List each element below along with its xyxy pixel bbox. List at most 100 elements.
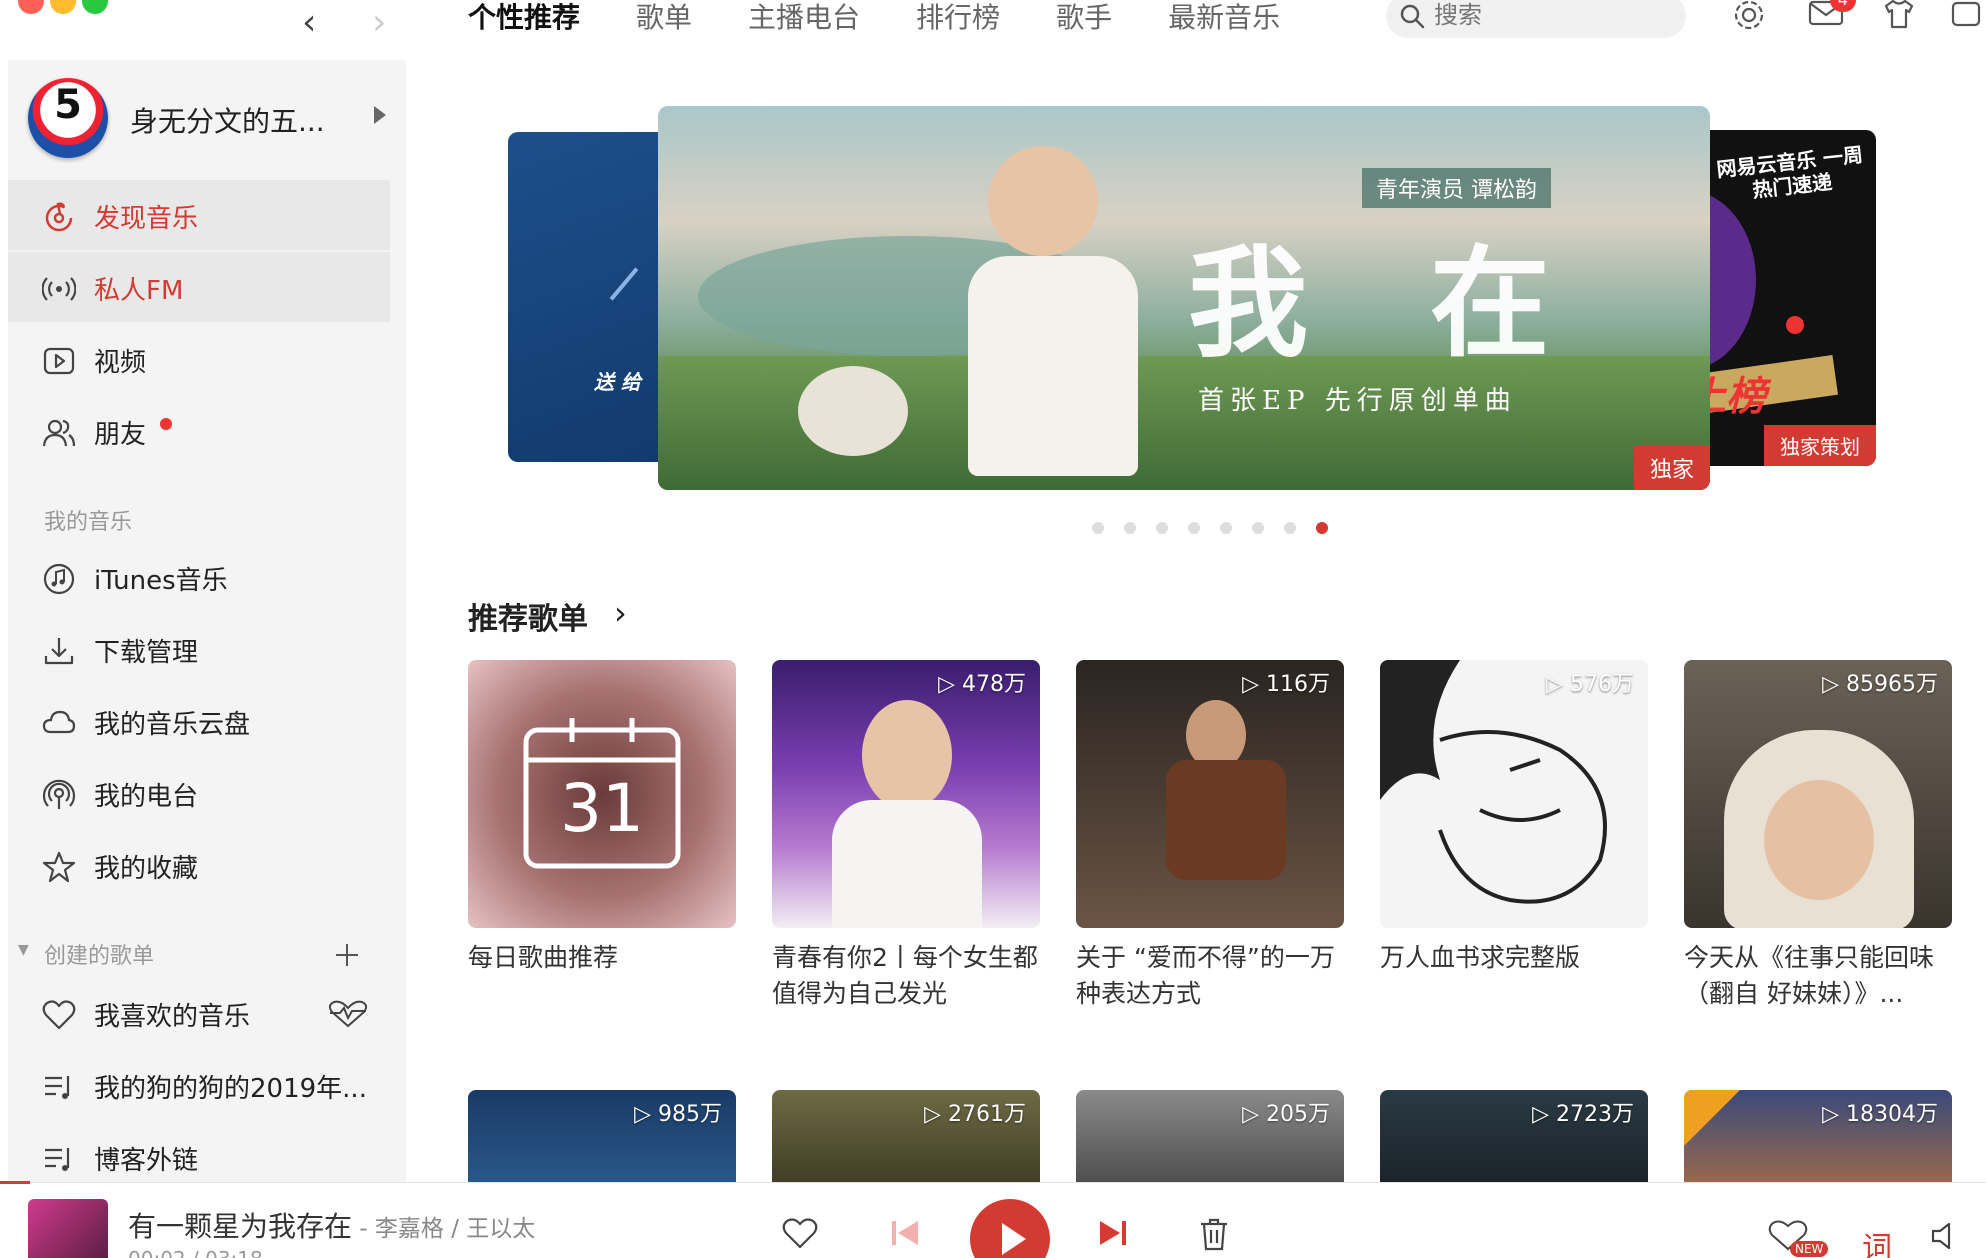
playlist-card[interactable]: ▷ 2761万	[772, 1090, 1040, 1182]
previous-track-icon[interactable]	[890, 1219, 920, 1247]
mini-mode-icon[interactable]	[1950, 0, 1982, 28]
sidebar-item-my-radio[interactable]: 我的电台	[8, 758, 390, 828]
playlist-card[interactable]: ▷ 576万 万人血书求完整版	[1380, 660, 1648, 1012]
banner-exclusive-tag: 独家	[1633, 446, 1710, 490]
carousel-dot[interactable]	[1252, 522, 1264, 534]
play-count: ▷ 985万	[634, 1102, 722, 1127]
sidebar-item-playlist-dog-2019[interactable]: 我的狗的狗的2019年...	[8, 1050, 390, 1120]
playlist-cover[interactable]: ▷ 205万	[1076, 1090, 1344, 1182]
play-button[interactable]	[970, 1199, 1050, 1258]
lyrics-toggle-button[interactable]: 词	[1862, 1223, 1892, 1258]
sidebar-item-discover-music[interactable]: 发现音乐	[8, 180, 390, 250]
now-playing-title[interactable]: 有一颗星为我存在 - 李嘉格 / 王以太	[128, 1205, 535, 1245]
chevron-right-icon[interactable]: ›	[614, 594, 627, 632]
carousel-dot[interactable]	[1124, 522, 1136, 534]
playlist-cover[interactable]: ▷ 116万	[1076, 660, 1344, 928]
playback-progress[interactable]	[0, 1181, 30, 1184]
section-title-recommended-playlists[interactable]: 推荐歌单	[468, 594, 588, 638]
zoom-window-button[interactable]	[82, 0, 108, 14]
volume-icon[interactable]	[1930, 1221, 1960, 1251]
sidebar-item-downloads[interactable]: 下载管理	[8, 614, 390, 684]
sidebar-item-liked-music[interactable]: 我喜欢的音乐	[8, 978, 390, 1048]
sidebar-item-private-fm[interactable]: 私人FM	[8, 252, 390, 322]
playlist-title[interactable]: 关于 “爱而不得”的一万种表达方式	[1076, 940, 1344, 1012]
sidebar-item-video[interactable]: 视频	[8, 324, 390, 394]
sidebar-item-cloud-disk[interactable]: 我的音乐云盘	[8, 686, 390, 756]
playlist-cover[interactable]: ▷ 478万	[772, 660, 1040, 928]
carousel-dot[interactable]	[1156, 522, 1168, 534]
cover-person-face	[1764, 780, 1874, 900]
banner-left-text: 送 给	[594, 370, 641, 394]
carousel-dot[interactable]	[1284, 522, 1296, 534]
playlist-cover[interactable]: 31	[468, 660, 736, 928]
playlist-cover[interactable]: ▷ 576万	[1380, 660, 1648, 928]
playlist-cover[interactable]: ▷ 985万	[468, 1090, 736, 1182]
sidebar-item-label: 私人FM	[94, 276, 184, 306]
tab-playlists[interactable]: 歌单	[636, 0, 692, 40]
sidebar-item-itunes[interactable]: iTunes音乐	[8, 542, 390, 612]
section-label-my-music: 我的音乐	[44, 510, 133, 535]
playlist-title[interactable]: 万人血书求完整版	[1380, 940, 1648, 1012]
play-count: ▷ 85965万	[1822, 672, 1938, 697]
playlist-cover[interactable]: ▷ 18304万	[1684, 1090, 1952, 1182]
playlist-cover[interactable]: ▷ 2761万	[772, 1090, 1040, 1182]
play-count: ▷ 116万	[1242, 672, 1330, 697]
tab-artists[interactable]: 歌手	[1056, 0, 1112, 40]
close-window-button[interactable]	[18, 0, 44, 14]
tab-new-music[interactable]: 最新音乐	[1168, 0, 1280, 40]
main-tabs: 个性推荐 歌单 主播电台 排行榜 歌手 最新音乐	[468, 0, 1336, 40]
next-track-icon[interactable]	[1098, 1219, 1128, 1247]
section-label-created-playlists: 创建的歌单	[44, 944, 155, 969]
playlist-card[interactable]: ▷ 85965万 今天从《往事只能回味（翻自 好妹妹）》...	[1684, 660, 1952, 1012]
forward-arrow-icon[interactable]: ›	[372, 2, 386, 43]
sidebar-item-blog-links[interactable]: 博客外链	[8, 1122, 390, 1182]
carousel-dots	[406, 522, 1986, 542]
playlist-card-daily[interactable]: 31 每日歌曲推荐	[468, 660, 736, 1012]
settings-gear-icon[interactable]	[1732, 0, 1766, 32]
sidebar: 5 身无分文的五... 发现音乐 私人FM 视频 朋友 我的音乐 iTunes音…	[8, 60, 406, 1182]
user-name[interactable]: 身无分文的五...	[130, 100, 325, 140]
carousel-dot[interactable]	[1092, 522, 1104, 534]
playlist-card[interactable]: ▷ 18304万	[1684, 1090, 1952, 1182]
playlist-cover[interactable]: ▷ 85965万	[1684, 660, 1952, 928]
playlist-title[interactable]: 今天从《往事只能回味（翻自 好妹妹）》...	[1684, 940, 1952, 1012]
playlist-card[interactable]: ▷ 205万	[1076, 1090, 1344, 1182]
banner-main-subtitle: 首张EP 先行原创单曲	[1198, 386, 1517, 416]
carousel-dot[interactable]	[1188, 522, 1200, 534]
search-box[interactable]	[1386, 0, 1686, 38]
now-playing-cover[interactable]	[28, 1199, 108, 1258]
like-heart-icon[interactable]	[782, 1217, 818, 1249]
carousel-dot[interactable]	[1220, 522, 1232, 534]
banner-right-title: 网易云音乐 一周热门速递	[1715, 142, 1865, 203]
playlist-cover[interactable]: ▷ 2723万	[1380, 1090, 1648, 1182]
search-icon	[1400, 4, 1425, 29]
trash-icon[interactable]	[1198, 1217, 1230, 1251]
playlist-card[interactable]: ▷ 116万 关于 “爱而不得”的一万种表达方式	[1076, 660, 1344, 1012]
tab-personal-recommend[interactable]: 个性推荐	[468, 0, 580, 40]
tab-radio[interactable]: 主播电台	[748, 0, 860, 40]
user-profile[interactable]: 5 身无分文的五...	[28, 78, 398, 162]
now-playing-artist[interactable]: - 李嘉格 / 王以太	[352, 1216, 535, 1242]
playlist-title[interactable]: 每日歌曲推荐	[468, 940, 736, 1012]
carousel-dot-active[interactable]	[1316, 522, 1328, 534]
sidebar-item-favorites[interactable]: 我的收藏	[8, 830, 390, 900]
minimize-window-button[interactable]	[50, 0, 76, 14]
playlist-card[interactable]: ▷ 478万 青春有你2丨每个女生都值得为自己发光	[772, 660, 1040, 1012]
collapse-triangle-icon[interactable]: ▼	[18, 942, 29, 958]
playlist-card[interactable]: ▷ 985万	[468, 1090, 736, 1182]
banner-right-tag: 独家策划	[1764, 425, 1876, 466]
sidebar-item-friends[interactable]: 朋友	[8, 396, 390, 466]
playlist-title[interactable]: 青春有你2丨每个女生都值得为自己发光	[772, 940, 1040, 1012]
add-playlist-plus-icon[interactable]	[334, 942, 360, 968]
heartbeat-mode-icon[interactable]	[326, 1000, 370, 1028]
playlist-card[interactable]: ▷ 2723万	[1380, 1090, 1648, 1182]
back-arrow-icon[interactable]: ‹	[302, 2, 316, 43]
play-count: ▷ 478万	[938, 672, 1026, 697]
avatar[interactable]: 5	[28, 78, 108, 158]
tab-charts[interactable]: 排行榜	[916, 0, 1000, 40]
skin-shirt-icon[interactable]	[1882, 0, 1916, 30]
caret-right-icon[interactable]	[374, 106, 386, 124]
sidebar-item-label: 博客外链	[94, 1146, 199, 1176]
search-input[interactable]	[1434, 0, 1674, 32]
banner-main-slide[interactable]: 青年演员 谭松韵 我 在 首张EP 先行原创单曲 独家	[658, 106, 1710, 490]
